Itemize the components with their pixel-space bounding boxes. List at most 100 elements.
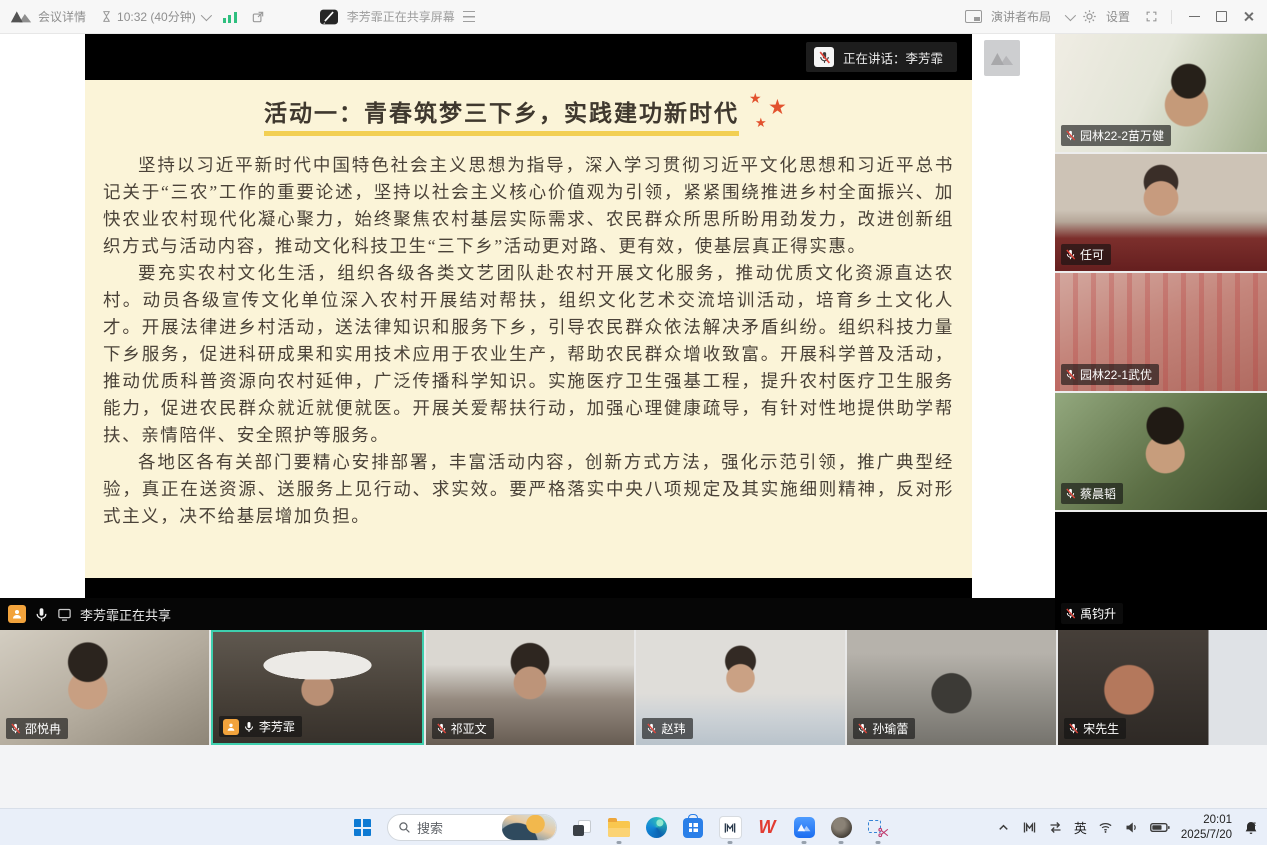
participant-name-badge: 蔡晨韬 [1061, 483, 1123, 504]
network-signal-icon[interactable] [223, 11, 237, 23]
search-input[interactable]: 搜索 [387, 814, 557, 841]
participant-tile[interactable]: 邵悦冉 [0, 630, 209, 745]
slide-paragraph: 要充实农村文化生活，组织各级各类文艺团队赴农村开展文化服务，推动优质文化资源直达… [103, 260, 954, 449]
annotation-badge-icon[interactable] [319, 8, 339, 26]
tray-m-app-icon[interactable] [1022, 820, 1037, 835]
weather-widget-icon[interactable] [502, 815, 556, 840]
taskbar-app-icons: 搜索 [350, 809, 890, 846]
folder-icon [608, 821, 630, 837]
participant-tile[interactable]: 祁亚文 [426, 630, 635, 745]
meeting-app-logo-icon [10, 9, 32, 24]
participant-name: 李芳霏 [259, 718, 295, 735]
start-button[interactable] [350, 814, 374, 842]
participant-tile[interactable]: 孙瑜蕾 [847, 630, 1056, 745]
participant-tile-active-speaker[interactable]: 李芳霏 [211, 630, 424, 745]
muted-mic-icon [1065, 130, 1076, 141]
shared-screen: 活动一：青春筑梦三下乡，实践建功新时代 ★★★ 坚持以习近平新时代中国特色社会主… [85, 34, 972, 598]
edge-browser-button[interactable] [644, 814, 668, 842]
input-language-indicator[interactable]: 英 [1074, 818, 1087, 837]
windows-logo-icon [354, 819, 371, 836]
participant-name: 邵悦冉 [25, 720, 61, 737]
participant-tile[interactable]: 园林22-2苗万健 [1055, 34, 1267, 152]
clock-time: 20:01 [1203, 813, 1232, 828]
layout-mode-button[interactable]: 演讲者布局 [991, 8, 1051, 25]
meeting-duration[interactable]: 10:32 (40分钟) [117, 8, 196, 25]
windows-taskbar: 搜索 英 20:01 2025/7/20 z [0, 808, 1267, 845]
system-tray: 英 20:01 2025/7/20 z [996, 809, 1259, 846]
search-placeholder: 搜索 [417, 818, 496, 837]
snipping-tool-button[interactable] [866, 814, 890, 842]
meeting-window: 会议详情 10:32 (40分钟) 李芳霏正在共享屏幕 演讲者布局 设置 活动一… [0, 0, 1267, 845]
user-profile-button[interactable] [829, 814, 853, 842]
chevron-down-icon[interactable] [1065, 9, 1076, 20]
slide-paragraph: 坚持以习近平新时代中国特色社会主义思想为指导，深入学习贯彻习近平文化思想和习近平… [103, 152, 954, 260]
gear-icon[interactable] [1082, 9, 1097, 24]
participant-name: 宋先生 [1083, 720, 1119, 737]
close-button[interactable] [1239, 8, 1257, 26]
notifications-bell-icon[interactable]: z [1243, 820, 1259, 836]
timer-icon [100, 10, 113, 23]
muted-mic-icon [1065, 249, 1076, 260]
speaker-icon[interactable] [1124, 820, 1139, 835]
participant-tile[interactable]: 蔡晨韬 [1055, 393, 1267, 511]
presenter-status-text: 李芳霏正在共享 [80, 605, 171, 624]
desktop-background [0, 745, 1267, 808]
data-transfer-icon[interactable] [1048, 820, 1063, 835]
slide-title: 活动一：青春筑梦三下乡，实践建功新时代 [264, 94, 739, 136]
muted-mic-icon [814, 47, 834, 67]
participant-tile[interactable]: 赵玮 [636, 630, 845, 745]
participant-tile[interactable]: 园林22-1武优 [1055, 273, 1267, 391]
muted-mic-icon [646, 723, 657, 734]
popout-icon[interactable] [251, 10, 265, 24]
marktext-app-button[interactable] [718, 814, 742, 842]
participant-name-badge: 宋先生 [1064, 718, 1126, 739]
chevron-down-icon[interactable] [200, 9, 211, 20]
microsoft-store-button[interactable] [681, 814, 705, 842]
participant-name: 园林22-1武优 [1080, 366, 1152, 383]
file-explorer-button[interactable] [607, 814, 631, 842]
maximize-button[interactable] [1212, 8, 1230, 26]
scissors-icon [868, 818, 888, 838]
titlebar-right-controls: 演讲者布局 设置 [965, 8, 1257, 26]
titlebar: 会议详情 10:32 (40分钟) 李芳霏正在共享屏幕 演讲者布局 设置 [0, 0, 1267, 34]
task-view-button[interactable] [570, 814, 594, 842]
stage: 活动一：青春筑梦三下乡，实践建功新时代 ★★★ 坚持以习近平新时代中国特色社会主… [0, 34, 1055, 630]
participant-tile[interactable]: 宋先生 [1058, 630, 1267, 745]
share-status-title: 李芳霏正在共享屏幕 [347, 8, 455, 25]
muted-mic-icon [1065, 369, 1076, 380]
taskbar-clock[interactable]: 20:01 2025/7/20 [1181, 813, 1232, 843]
wps-office-button[interactable] [755, 814, 779, 842]
battery-icon[interactable] [1150, 820, 1170, 835]
meeting-details-button[interactable]: 会议详情 [38, 8, 86, 25]
tencent-meeting-button[interactable] [792, 814, 816, 842]
participant-name: 蔡晨韬 [1080, 485, 1116, 502]
participant-tile[interactable]: 禹钧升 [1055, 512, 1267, 630]
muted-mic-icon [10, 723, 21, 734]
participant-tile[interactable]: 任可 [1055, 154, 1267, 272]
participant-name-badge: 禹钧升 [1061, 603, 1123, 624]
mic-icon [243, 721, 255, 733]
task-view-icon [573, 820, 591, 836]
minimize-button[interactable] [1185, 8, 1203, 26]
divider [1171, 10, 1172, 24]
hidden-icons-chevron-icon[interactable] [996, 820, 1011, 835]
participant-name: 祁亚文 [451, 720, 487, 737]
layout-icon [965, 10, 982, 23]
participant-name: 任可 [1080, 246, 1104, 263]
wifi-icon[interactable] [1098, 820, 1113, 835]
participant-name: 园林22-2苗万健 [1080, 127, 1164, 144]
slide-body: 坚持以习近平新时代中国特色社会主义思想为指导，深入学习贯彻习近平文化思想和习近平… [103, 152, 954, 530]
store-icon [683, 818, 703, 838]
avatar [831, 817, 852, 838]
participant-name-badge: 邵悦冉 [6, 718, 68, 739]
svg-text:z: z [1253, 822, 1256, 828]
presenter-bar: 李芳霏正在共享 [0, 598, 1055, 630]
m-logo-icon [719, 816, 742, 839]
muted-mic-icon [436, 723, 447, 734]
mic-icon [34, 607, 49, 622]
participant-name-badge: 园林22-1武优 [1061, 364, 1159, 385]
menu-icon[interactable] [463, 11, 475, 22]
muted-mic-icon [1068, 723, 1079, 734]
fullscreen-icon[interactable] [1145, 10, 1158, 23]
settings-button[interactable]: 设置 [1106, 8, 1130, 25]
